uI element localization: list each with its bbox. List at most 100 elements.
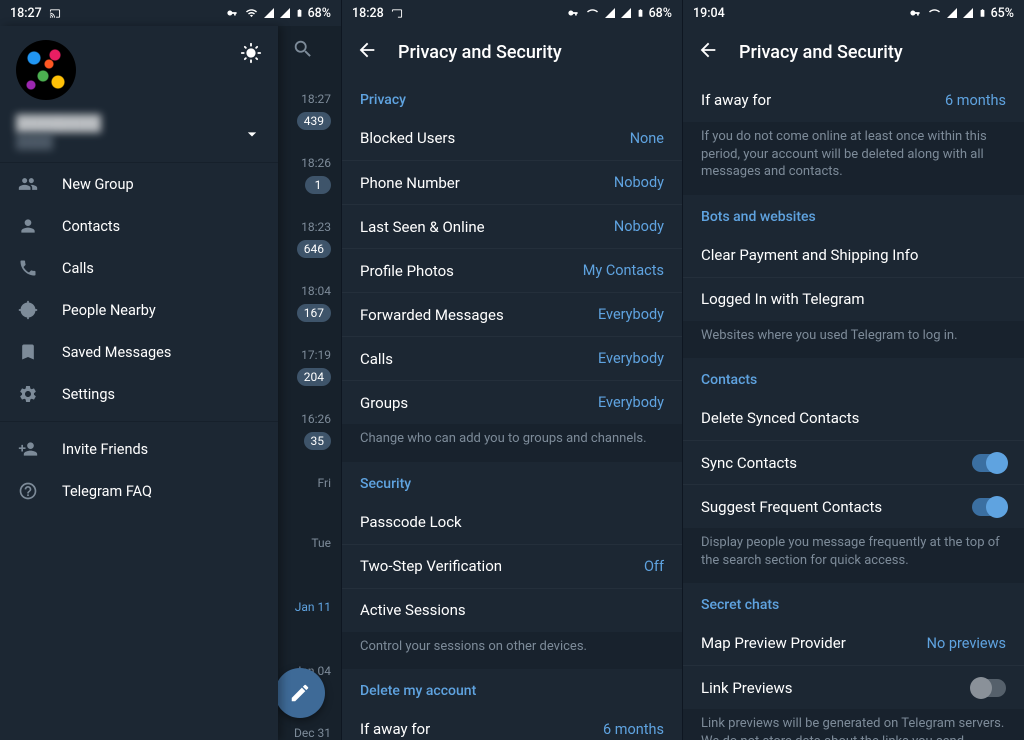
cast-icon	[390, 8, 404, 19]
row-forwarded[interactable]: Forwarded MessagesEverybody	[342, 292, 682, 336]
drawer-item-label: Calls	[62, 260, 94, 277]
drawer-saved[interactable]: Saved Messages	[0, 331, 278, 373]
status-bar: 19:04 65%	[683, 0, 1024, 26]
page-title: Privacy and Security	[739, 42, 903, 63]
bookmark-icon	[18, 342, 38, 362]
section-security: Security	[342, 462, 682, 500]
battery-icon	[636, 6, 645, 20]
wifi-icon	[244, 7, 259, 19]
status-time: 18:27	[10, 6, 42, 21]
phone-icon	[18, 258, 38, 278]
section-bots: Bots and websites	[683, 195, 1024, 233]
cast-icon	[48, 8, 62, 19]
row-clear-payment[interactable]: Clear Payment and Shipping Info	[683, 233, 1024, 277]
row-logged-in[interactable]: Logged In with Telegram	[683, 277, 1024, 321]
wifi-icon	[927, 7, 942, 19]
chevron-down-icon	[242, 124, 262, 144]
drawer-invite[interactable]: Invite Friends	[0, 428, 278, 470]
signal-icon	[946, 7, 958, 19]
drawer-new-group[interactable]: New Group	[0, 163, 278, 205]
vpn-key-icon	[907, 8, 923, 18]
drawer-contacts[interactable]: Contacts	[0, 205, 278, 247]
app-bar: Privacy and Security	[683, 26, 1024, 78]
battery-icon	[978, 6, 987, 20]
row-profile-photos[interactable]: Profile PhotosMy Contacts	[342, 248, 682, 292]
person-icon	[18, 216, 38, 236]
vpn-key-icon	[565, 8, 581, 18]
contacts-hint: Display people you message frequently at…	[683, 528, 1024, 583]
signal-icon-2	[279, 7, 291, 19]
status-bar: 18:27 68%	[0, 0, 341, 26]
security-hint: Control your sessions on other devices.	[342, 632, 682, 670]
page-title: Privacy and Security	[398, 42, 562, 63]
drawer-item-label: Saved Messages	[62, 344, 171, 361]
gear-icon	[18, 384, 38, 404]
row-link-previews[interactable]: Link Previews	[683, 665, 1024, 709]
section-secret: Secret chats	[683, 583, 1024, 621]
row-if-away[interactable]: If away for6 months	[683, 78, 1024, 122]
arrow-back-icon	[356, 39, 378, 61]
drawer-item-label: Telegram FAQ	[62, 483, 152, 500]
signal-icon-2	[620, 7, 632, 19]
signal-icon	[263, 7, 275, 19]
group-icon	[18, 174, 38, 194]
status-battery: 68%	[649, 6, 672, 21]
app-bar: Privacy and Security	[342, 26, 682, 78]
search-icon[interactable]	[292, 38, 314, 64]
row-calls-privacy[interactable]: CallsEverybody	[342, 336, 682, 380]
toggle-link-previews[interactable]	[972, 679, 1006, 697]
drawer-item-label: Contacts	[62, 218, 120, 235]
account-sub: ████	[16, 134, 262, 150]
privacy-hint: Change who can add you to groups and cha…	[342, 424, 682, 462]
help-icon	[18, 481, 38, 501]
row-passcode[interactable]: Passcode Lock	[342, 500, 682, 544]
back-button[interactable]	[697, 39, 719, 65]
row-last-seen[interactable]: Last Seen & OnlineNobody	[342, 204, 682, 248]
person-add-icon	[18, 439, 38, 459]
navigation-drawer: ████████ ████ New Group Contacts Calls P…	[0, 26, 278, 740]
row-phone-number[interactable]: Phone NumberNobody	[342, 160, 682, 204]
location-icon	[18, 300, 38, 320]
row-groups[interactable]: GroupsEverybody	[342, 380, 682, 424]
section-delete: Delete my account	[342, 669, 682, 707]
signal-icon	[604, 7, 616, 19]
row-suggest-frequent[interactable]: Suggest Frequent Contacts	[683, 484, 1024, 528]
drawer-people-nearby[interactable]: People Nearby	[0, 289, 278, 331]
away-hint: If you do not come online at least once …	[683, 122, 1024, 195]
battery-icon	[295, 6, 304, 20]
row-if-away[interactable]: If away for6 months	[342, 707, 682, 740]
section-privacy: Privacy	[342, 78, 682, 116]
arrow-back-icon	[697, 39, 719, 61]
secret-hint: Link previews will be generated on Teleg…	[683, 709, 1024, 740]
compose-fab[interactable]	[275, 668, 325, 718]
account-name[interactable]: ████████	[16, 114, 262, 132]
toggle-sync[interactable]	[972, 454, 1006, 472]
avatar[interactable]	[16, 40, 76, 100]
row-two-step[interactable]: Two-Step VerificationOff	[342, 544, 682, 588]
toggle-suggest[interactable]	[972, 498, 1006, 516]
row-blocked-users[interactable]: Blocked UsersNone	[342, 116, 682, 160]
drawer-item-label: People Nearby	[62, 302, 156, 319]
drawer-item-label: New Group	[62, 176, 134, 193]
row-delete-synced[interactable]: Delete Synced Contacts	[683, 396, 1024, 440]
back-button[interactable]	[356, 39, 378, 65]
row-sync-contacts[interactable]: Sync Contacts	[683, 440, 1024, 484]
vpn-key-icon	[224, 8, 240, 18]
drawer-faq[interactable]: Telegram FAQ	[0, 470, 278, 512]
status-time: 18:28	[352, 6, 384, 21]
account-expand[interactable]	[242, 124, 262, 148]
chat-list-peek: 18:27439 18:261 18:23646 18:04167 17:192…	[278, 26, 341, 740]
status-bar: 18:28 68%	[342, 0, 682, 26]
status-time: 19:04	[693, 6, 725, 21]
drawer-item-label: Invite Friends	[62, 441, 148, 458]
drawer-calls[interactable]: Calls	[0, 247, 278, 289]
signal-icon-2	[962, 7, 974, 19]
drawer-settings[interactable]: Settings	[0, 373, 278, 415]
theme-toggle[interactable]	[240, 42, 262, 68]
status-battery: 65%	[991, 6, 1014, 21]
row-map-preview[interactable]: Map Preview ProviderNo previews	[683, 621, 1024, 665]
pencil-icon	[289, 682, 311, 704]
row-sessions[interactable]: Active Sessions	[342, 588, 682, 632]
drawer-item-label: Settings	[62, 386, 115, 403]
section-contacts: Contacts	[683, 358, 1024, 396]
